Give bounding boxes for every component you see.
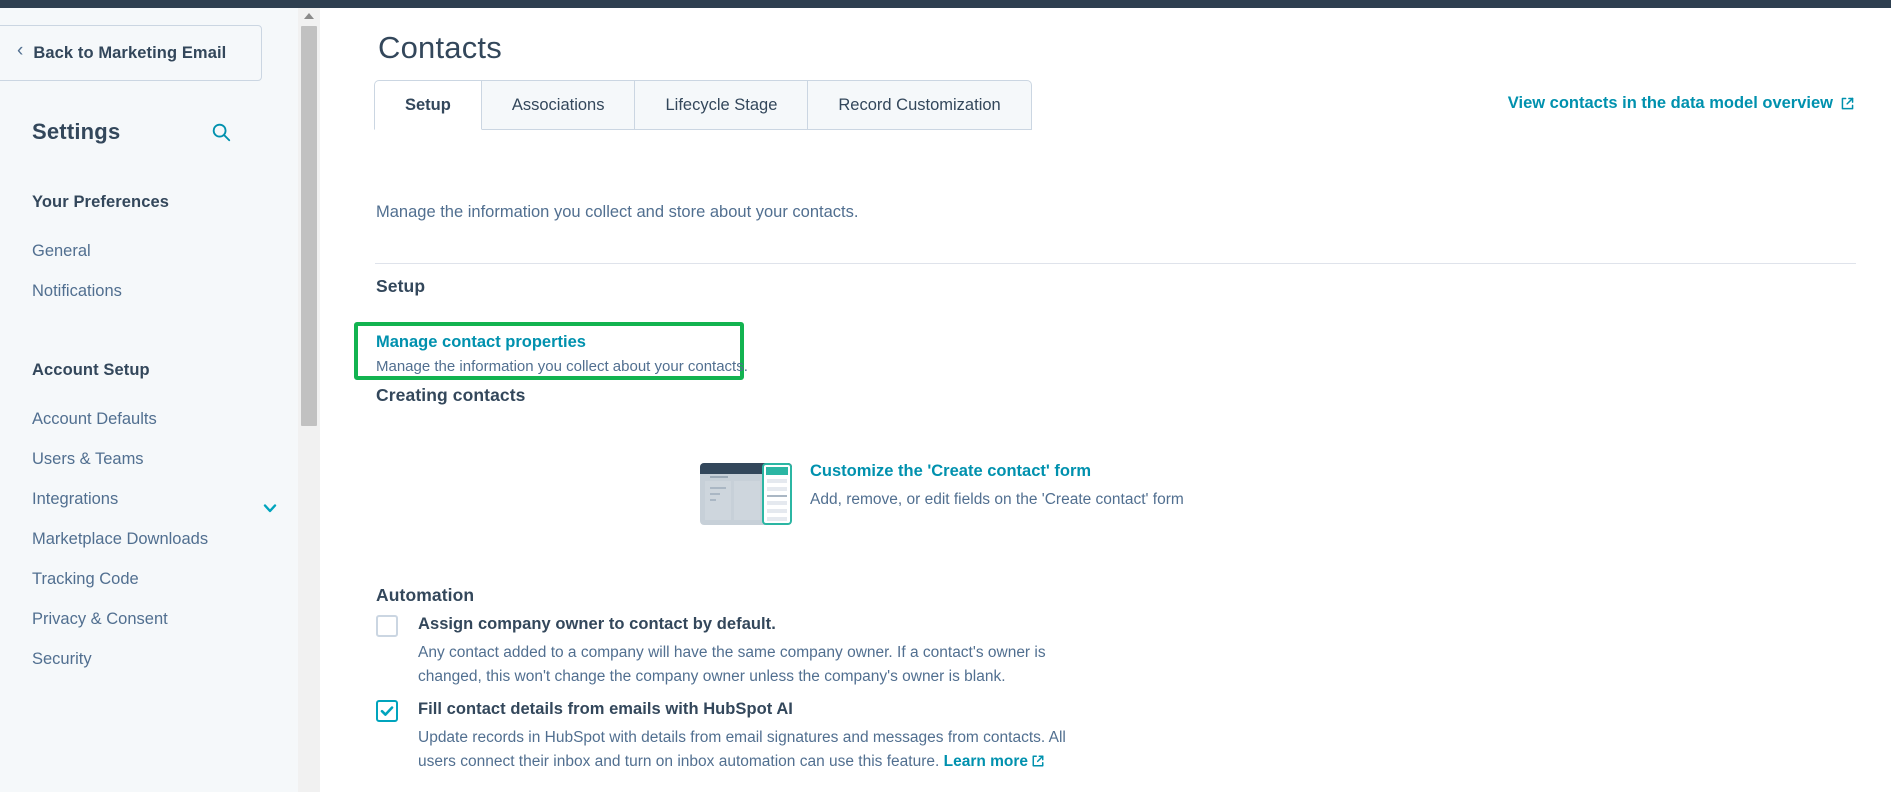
- scrollbar-thumb[interactable]: [301, 26, 317, 426]
- back-to-marketing-email-button[interactable]: ‹ Back to Marketing Email: [0, 25, 262, 81]
- sidebar-item-privacy-consent[interactable]: Privacy & Consent: [0, 599, 298, 639]
- sidebar-item-label: Users & Teams: [32, 450, 144, 468]
- option-description: Update records in HubSpot with details f…: [418, 726, 1078, 774]
- section-heading-setup: Setup: [376, 276, 426, 296]
- content-tabs: Setup Associations Lifecycle Stage Recor…: [374, 80, 1032, 130]
- sidebar-item-security[interactable]: Security: [0, 639, 298, 679]
- automation-option-assign-company-owner: Assign company owner to contact by defau…: [376, 613, 1078, 689]
- tab-label: Setup: [405, 95, 451, 114]
- sidebar-item-account-defaults[interactable]: Account Defaults: [0, 399, 298, 439]
- tab-label: Record Customization: [838, 95, 1001, 114]
- sidebar-item-label: Account Defaults: [32, 410, 157, 428]
- sidebar-item-label: Tracking Code: [32, 570, 139, 588]
- data-model-link-label: View contacts in the data model overview: [1507, 94, 1833, 112]
- sidebar-item-label: Security: [32, 650, 92, 668]
- automation-option-fill-contact-details: Fill contact details from emails with Hu…: [376, 698, 1078, 774]
- manage-contact-properties-description: Manage the information you collect about…: [376, 358, 748, 375]
- section-heading-creating-contacts: Creating contacts: [376, 385, 526, 405]
- sidebar-item-users-teams[interactable]: Users & Teams: [0, 439, 298, 479]
- settings-header: Settings: [32, 119, 232, 145]
- settings-title: Settings: [32, 119, 121, 144]
- external-link-icon: [1840, 96, 1855, 111]
- sidebar-item-label: General: [32, 242, 91, 260]
- view-data-model-overview-link[interactable]: View contacts in the data model overview: [1508, 94, 1855, 113]
- sidebar-item-label: Privacy & Consent: [32, 610, 168, 628]
- tab-record-customization[interactable]: Record Customization: [808, 80, 1032, 130]
- option-description: Any contact added to a company will have…: [418, 644, 1046, 685]
- sidebar-item-label: Marketplace Downloads: [32, 530, 209, 548]
- top-navigation-bar: [0, 0, 1891, 8]
- section-heading-automation: Automation: [376, 585, 475, 605]
- customize-create-contact-form-link[interactable]: Customize the 'Create contact' form: [810, 462, 1091, 481]
- sidebar-item-general[interactable]: General: [0, 231, 298, 271]
- sidebar-scrollbar[interactable]: [298, 8, 320, 792]
- page-title: Contacts: [378, 30, 502, 65]
- assign-company-owner-checkbox[interactable]: [376, 615, 398, 637]
- external-link-icon: [1031, 752, 1046, 767]
- learn-more-label: Learn more: [943, 753, 1029, 770]
- tab-setup[interactable]: Setup: [374, 80, 482, 130]
- sidebar-item-tracking-code[interactable]: Tracking Code: [0, 559, 298, 599]
- tab-label: Lifecycle Stage: [665, 95, 778, 114]
- sidebar-item-notifications[interactable]: Notifications: [0, 271, 298, 311]
- tab-lifecycle-stage[interactable]: Lifecycle Stage: [635, 80, 809, 130]
- chevron-down-icon[interactable]: [262, 491, 278, 513]
- chevron-left-icon: ‹: [17, 40, 24, 61]
- main-content: Contacts Setup Associations Lifecycle St…: [320, 8, 1891, 792]
- learn-more-link[interactable]: Learn more: [944, 753, 1046, 770]
- fill-contact-details-checkbox[interactable]: [376, 700, 398, 722]
- search-icon[interactable]: [210, 121, 232, 143]
- tab-associations[interactable]: Associations: [481, 80, 636, 130]
- tab-label: Associations: [511, 95, 605, 114]
- manage-contact-properties-link[interactable]: Manage contact properties: [376, 333, 586, 352]
- checkmark-icon: [380, 706, 394, 716]
- option-title: Assign company owner to contact by defau…: [418, 615, 776, 633]
- sidebar-item-integrations[interactable]: Integrations: [0, 479, 298, 519]
- app-root: ‹ Back to Marketing Email Settings Your …: [0, 0, 1891, 792]
- sidebar-item-marketplace-downloads[interactable]: Marketplace Downloads: [0, 519, 298, 559]
- settings-nav: Your Preferences General Notifications A…: [0, 193, 298, 679]
- option-title: Fill contact details from emails with Hu…: [418, 700, 793, 718]
- sidebar-item-label: Integrations: [32, 490, 119, 508]
- scroll-up-arrow-icon[interactable]: [298, 8, 320, 24]
- intro-text: Manage the information you collect and s…: [376, 203, 859, 221]
- create-contact-form-thumbnail-image: [700, 463, 792, 525]
- back-button-label: Back to Marketing Email: [33, 44, 227, 62]
- nav-section-account-setup: Account Setup: [32, 361, 150, 379]
- section-divider: [375, 263, 1856, 264]
- customize-create-contact-form-description: Add, remove, or edit fields on the 'Crea…: [810, 491, 1184, 508]
- sidebar-item-label: Notifications: [32, 282, 122, 300]
- nav-section-your-preferences: Your Preferences: [32, 193, 170, 211]
- settings-sidebar: ‹ Back to Marketing Email Settings Your …: [0, 8, 298, 792]
